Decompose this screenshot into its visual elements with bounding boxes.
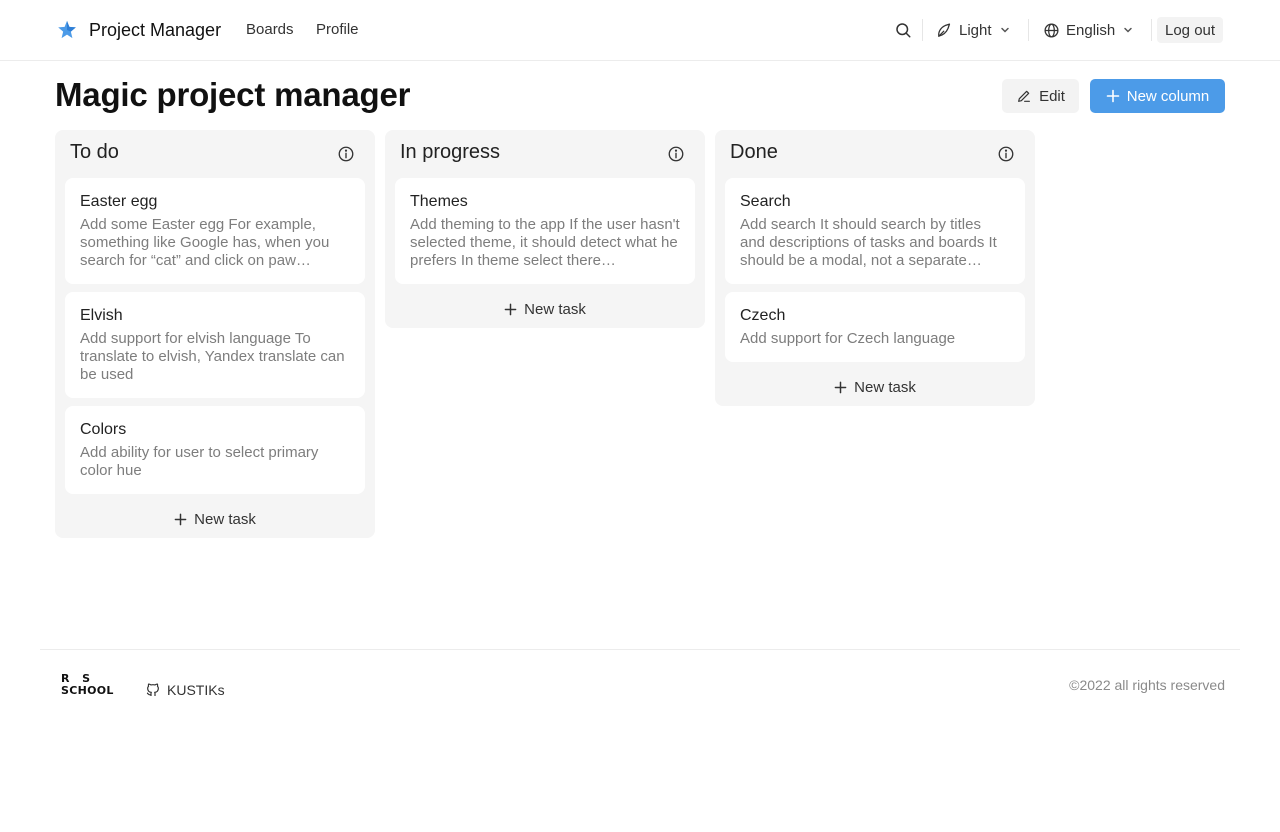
edit-label: Edit [1039,87,1065,105]
task-card[interactable]: Czech Add support for Czech language [725,292,1025,362]
brand-link[interactable]: Project Manager [56,18,221,42]
task-description: Add search It should search by titles an… [740,216,997,269]
theme-label: Light [959,21,992,39]
header-divider [1151,19,1152,41]
search-icon [896,23,911,38]
task-title: Search [740,193,791,210]
task-description: Add some Easter egg For example, somethi… [80,216,330,269]
rs-school-logo[interactable]: R S SCHOOL [61,673,117,699]
task-list: Themes Add theming to the app If the use… [385,178,705,284]
logout-button[interactable]: Log out [1157,17,1224,43]
column-title: Done [730,141,778,163]
new-task-button[interactable]: New task [55,500,375,538]
header-divider [922,19,923,41]
globe-icon [1044,22,1059,38]
task-title: Themes [410,193,468,210]
page-title: Magic project manager [55,76,411,113]
task-card[interactable]: Themes Add theming to the app If the use… [395,178,695,284]
new-task-label: New task [524,300,586,318]
info-icon[interactable] [997,145,1015,163]
column-header[interactable]: To do [55,130,375,178]
github-icon [146,683,159,696]
copyright-text: ©2022 all rights reserved [1069,677,1225,693]
column-in-progress: In progress Themes Add theming to the ap… [385,130,705,328]
language-label: English [1066,21,1116,39]
top-header: Project Manager Boards Profile Light Eng… [0,0,1280,61]
nav-profile-link[interactable]: Profile [316,21,359,38]
column-to-do: To do Easter egg Add some Easter egg For… [55,130,375,538]
new-column-button[interactable]: New column [1090,79,1225,113]
star-logo-icon [58,20,76,39]
task-description: Add support for elvish language To trans… [80,330,345,383]
pencil-icon [1016,88,1032,104]
plus-icon [504,303,517,316]
column-title: In progress [400,141,501,163]
new-task-label: New task [194,510,256,528]
new-task-button[interactable]: New task [385,290,705,328]
task-card[interactable]: Easter egg Add some Easter egg For examp… [65,178,365,284]
task-title: Easter egg [80,193,158,210]
task-description: Add theming to the app If the user hasn'… [410,216,680,269]
task-description: Add ability for user to select primary c… [80,444,319,479]
brand-title: Project Manager [89,19,222,40]
column-done: Done Search Add search It should search … [715,130,1035,406]
task-card[interactable]: Colors Add ability for user to select pr… [65,406,365,494]
search-button[interactable] [892,16,914,44]
task-title: Colors [80,421,127,438]
header-divider [1028,19,1029,41]
theme-select[interactable]: Light [936,16,1010,44]
task-card[interactable]: Elvish Add support for elvish language T… [65,292,365,398]
plus-icon [1106,89,1120,103]
new-task-label: New task [854,378,916,396]
language-select[interactable]: English [1043,16,1133,44]
new-task-button[interactable]: New task [715,368,1035,406]
plus-icon [834,381,847,394]
github-link[interactable]: KUSTIKs [145,682,225,698]
task-title: Czech [740,307,786,324]
info-icon[interactable] [667,145,685,163]
chevron-down-icon [1000,27,1009,33]
task-card[interactable]: Search Add search It should search by ti… [725,178,1025,284]
column-title: To do [70,141,119,163]
github-username: KUSTIKs [167,682,225,698]
new-column-label: New column [1126,87,1210,105]
footer-divider [40,649,1240,650]
chevron-down-icon [1124,27,1132,33]
column-header[interactable]: In progress [385,130,705,178]
column-header[interactable]: Done [715,130,1035,178]
theme-icon [938,22,951,37]
task-list: Easter egg Add some Easter egg For examp… [55,178,375,494]
plus-icon [174,513,187,526]
info-icon[interactable] [337,145,355,163]
edit-board-button[interactable]: Edit [1002,79,1079,113]
task-description: Add support for Czech language [740,330,956,347]
nav-boards-link[interactable]: Boards [246,21,294,38]
task-list: Search Add search It should search by ti… [715,178,1035,362]
task-title: Elvish [80,307,123,324]
